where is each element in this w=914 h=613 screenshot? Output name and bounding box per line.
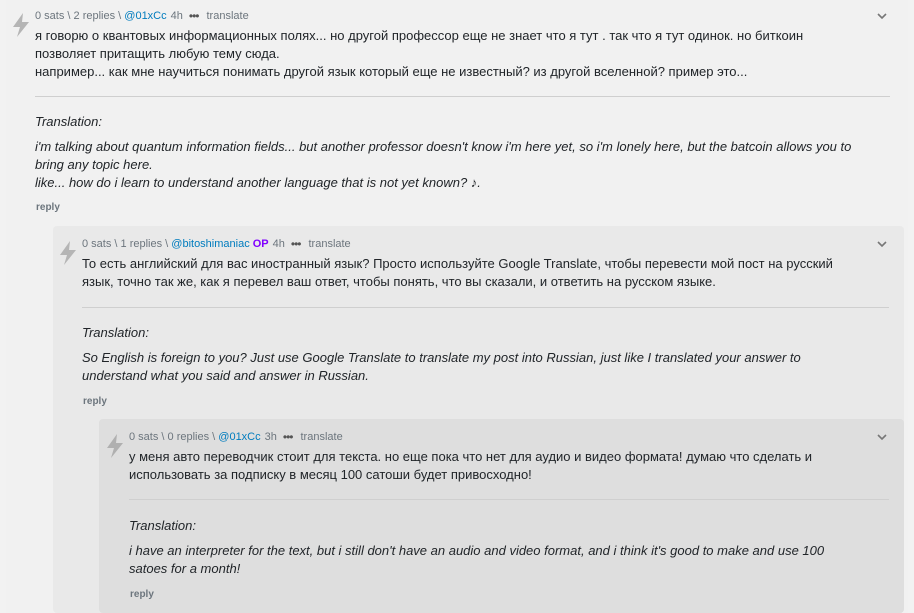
body-line: использовать за подписку в месяц 100 сат… xyxy=(129,467,532,482)
separator: \ xyxy=(209,431,219,443)
reply-button[interactable]: reply xyxy=(130,589,154,600)
translation-text: So English is foreign to you? Just use G… xyxy=(82,349,897,385)
translation-text: i'm talking about quantum information fi… xyxy=(35,138,900,192)
more-dots-icon[interactable]: ••• xyxy=(291,237,302,251)
author-link[interactable]: @01xCc xyxy=(218,431,260,443)
body-line: я говорю о квантовых информационных поля… xyxy=(35,28,804,43)
comment-meta: 0 sats \ 2 replies \ @01xCc 4h ••• trans… xyxy=(35,9,249,23)
translation-line: like... how do i learn to understand ano… xyxy=(35,175,481,190)
divider xyxy=(129,499,889,500)
replies-count[interactable]: 1 replies xyxy=(121,238,163,250)
author-link[interactable]: @bitoshimaniac xyxy=(171,238,249,250)
divider xyxy=(35,96,890,97)
separator: \ xyxy=(158,431,168,443)
translation-line: bring any topic here. xyxy=(35,157,153,172)
separator: \ xyxy=(111,238,121,250)
sats-count: 0 sats xyxy=(129,431,159,443)
translation-label: Translation: xyxy=(82,325,149,340)
translation-line: understand what you said and answer in R… xyxy=(82,368,369,383)
comment-body: То есть английский для вас иностранный я… xyxy=(82,255,892,291)
timestamp[interactable]: 3h xyxy=(265,431,277,443)
translation-text: i have an interpreter for the text, but … xyxy=(129,542,894,578)
sats-count: 0 sats xyxy=(82,238,112,250)
translation-line: satoes for a month! xyxy=(129,561,241,576)
translate-link[interactable]: translate xyxy=(308,238,350,250)
collapse-chevron-icon[interactable] xyxy=(877,432,887,442)
replies-count[interactable]: 0 replies xyxy=(168,431,210,443)
timestamp[interactable]: 4h xyxy=(171,10,183,22)
reply-button[interactable]: reply xyxy=(83,396,107,407)
translation-label: Translation: xyxy=(35,114,102,129)
sats-count: 0 sats xyxy=(35,10,65,22)
translation-line: i have an interpreter for the text, but … xyxy=(129,543,825,558)
body-line: То есть английский для вас иностранный я… xyxy=(82,256,833,271)
lightning-bolt-icon[interactable] xyxy=(10,12,32,38)
body-line: позволяет притащить любую тему сюда. xyxy=(35,46,280,61)
collapse-chevron-icon[interactable] xyxy=(877,239,887,249)
separator: \ xyxy=(162,238,172,250)
lightning-bolt-icon[interactable] xyxy=(57,240,79,266)
body-line: например... как мне научиться понимать д… xyxy=(35,64,748,79)
comment-meta: 0 sats \ 0 replies \ @01xCc 3h ••• trans… xyxy=(129,430,343,444)
op-badge: OP xyxy=(252,238,269,250)
body-line: у меня авто переводчик стоит для текста.… xyxy=(129,449,813,464)
translation-label: Translation: xyxy=(129,518,196,533)
comment-meta: 0 sats \ 1 replies \ @bitoshimaniac OP 4… xyxy=(82,237,351,251)
translate-link[interactable]: translate xyxy=(207,10,249,22)
author-link[interactable]: @01xCc xyxy=(124,10,166,22)
separator: \ xyxy=(115,10,125,22)
more-dots-icon[interactable]: ••• xyxy=(189,9,200,23)
translation-line: i'm talking about quantum information fi… xyxy=(35,139,852,154)
translate-link[interactable]: translate xyxy=(301,431,343,443)
divider xyxy=(82,307,889,308)
comment-body: у меня авто переводчик стоит для текста.… xyxy=(129,448,894,484)
separator: \ xyxy=(64,10,74,22)
body-line: язык, точно так же, как я перевел ваш от… xyxy=(82,274,716,289)
comment-body: я говорю о квантовых информационных поля… xyxy=(35,27,895,81)
replies-count[interactable]: 2 replies xyxy=(74,10,116,22)
collapse-chevron-icon[interactable] xyxy=(877,11,887,21)
translation-line: So English is foreign to you? Just use G… xyxy=(82,350,801,365)
reply-button[interactable]: reply xyxy=(36,202,60,213)
more-dots-icon[interactable]: ••• xyxy=(283,430,294,444)
timestamp[interactable]: 4h xyxy=(273,238,285,250)
lightning-bolt-icon[interactable] xyxy=(104,433,126,459)
